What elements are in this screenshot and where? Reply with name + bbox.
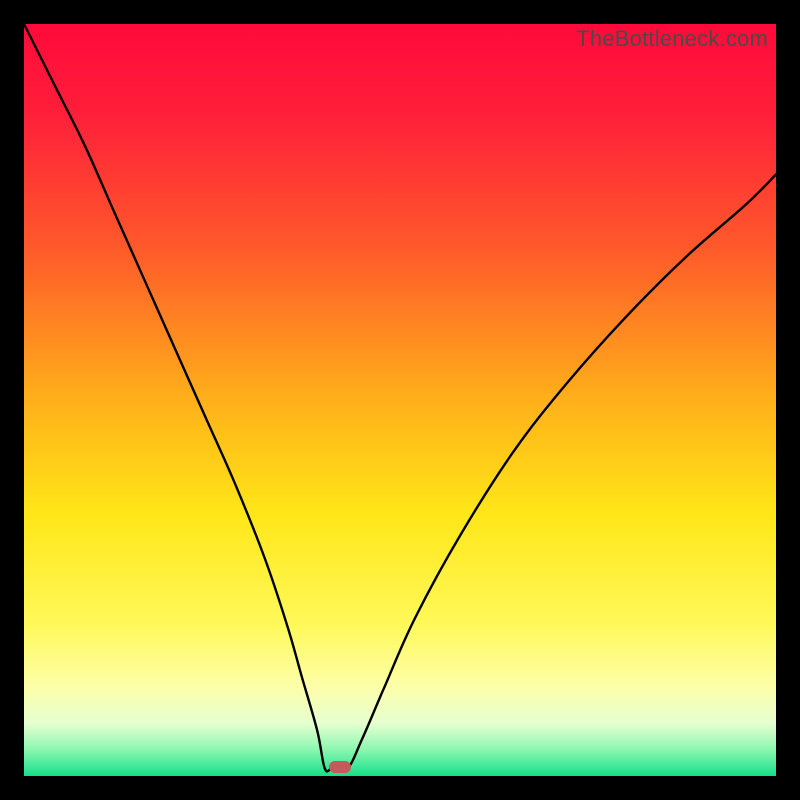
watermark-text: TheBottleneck.com: [576, 26, 768, 52]
gradient-background: [24, 24, 776, 776]
chart-frame: TheBottleneck.com: [24, 24, 776, 776]
bottleneck-chart: [24, 24, 776, 776]
bottleneck-marker: [329, 761, 351, 773]
